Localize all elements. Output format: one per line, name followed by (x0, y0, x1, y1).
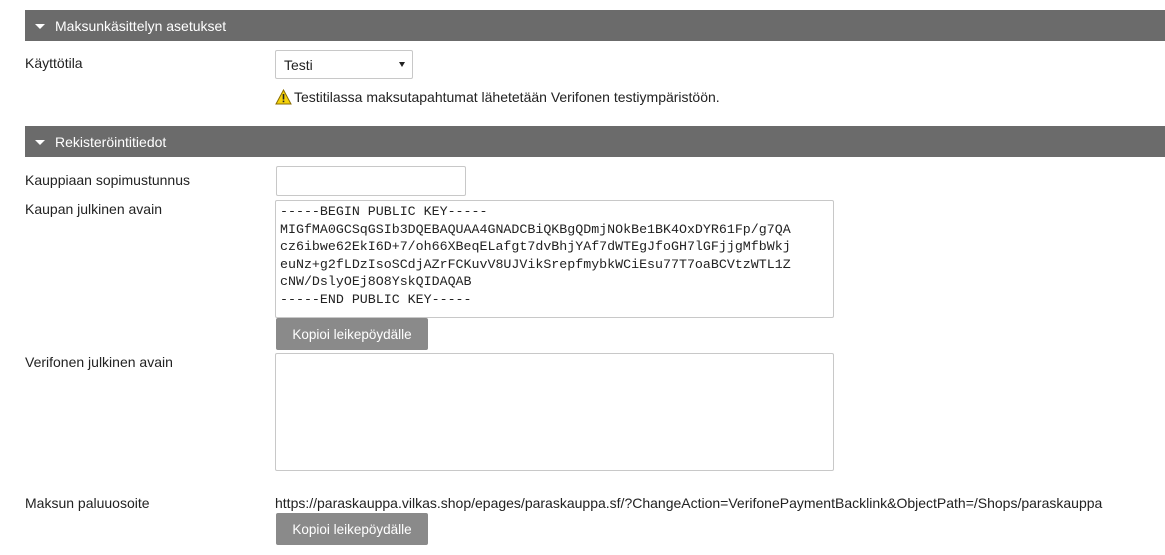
return-address-label: Maksun paluuosoite (25, 495, 150, 511)
shop-public-key-textarea[interactable]: -----BEGIN PUBLIC KEY----- MIGfMA0GCSqGS… (275, 200, 834, 318)
test-mode-warning: Testitilassa maksutapahtumat lähetetään … (275, 89, 720, 105)
shop-public-key-label: Kaupan julkinen avain (25, 201, 162, 217)
mode-select[interactable]: Testi (275, 50, 413, 79)
mode-select-value: Testi (284, 56, 313, 73)
caret-down-icon (35, 140, 45, 145)
merchant-agreement-input[interactable] (276, 166, 466, 196)
copy-shop-key-button[interactable]: Kopioi leikepöydälle (276, 318, 428, 350)
verifone-public-key-textarea[interactable] (275, 353, 834, 471)
registration-header[interactable]: Rekisteröintitiedot (25, 126, 1165, 157)
verifone-public-key-label: Verifonen julkinen avain (25, 354, 173, 370)
warning-triangle-icon (275, 89, 292, 105)
caret-down-icon (35, 24, 45, 29)
payment-settings-title: Maksunkäsittelyn asetukset (55, 17, 227, 34)
mode-label: Käyttötila (25, 55, 83, 71)
return-address-value: https://paraskauppa.vilkas.shop/epages/p… (275, 495, 1103, 511)
select-arrow-icon (399, 62, 405, 67)
registration-title: Rekisteröintitiedot (55, 133, 167, 150)
merchant-agreement-label: Kauppiaan sopimustunnus (25, 172, 191, 188)
copy-return-address-button[interactable]: Kopioi leikepöydälle (276, 513, 428, 545)
payment-settings-header[interactable]: Maksunkäsittelyn asetukset (25, 10, 1165, 41)
warning-text: Testitilassa maksutapahtumat lähetetään … (294, 89, 720, 105)
